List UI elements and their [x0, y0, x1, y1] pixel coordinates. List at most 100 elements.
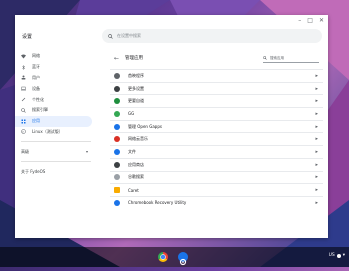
- sidebar: 网络 蓝牙 用户 设备 个性化 搜索引擎 应用 Linux（测试版） 高级 ▾ …: [15, 51, 97, 238]
- terminal-icon: [21, 129, 26, 135]
- chevron-right-icon: ▸: [315, 187, 318, 194]
- app-list-item[interactable]: 网络云音乐 ▸: [110, 132, 323, 145]
- sidebar-item-label: 蓝牙: [32, 64, 40, 70]
- sidebar-item-label: 搜索引擎: [32, 107, 48, 113]
- gear-icon: [179, 258, 187, 266]
- search-input[interactable]: 在设置中搜索: [117, 33, 141, 39]
- sidebar-item-users[interactable]: 用户: [15, 73, 92, 84]
- sidebar-item-label: Linux（测试版）: [32, 128, 63, 134]
- app-icon: [114, 123, 120, 130]
- app-icon: [114, 136, 120, 143]
- minimize-button[interactable]: –: [298, 17, 301, 24]
- chevron-right-icon: ▸: [315, 72, 318, 79]
- app-list-item[interactable]: Caret ▸: [110, 183, 323, 196]
- app-title: 设置: [22, 34, 33, 40]
- app-name: 谷歌搜索: [128, 174, 144, 180]
- sidebar-item-label: 设备: [32, 85, 40, 91]
- settings-window: – □ ✕ 设置 在设置中搜索 网络 蓝牙 用户 设备 个性化 搜索引擎 应用 …: [15, 15, 328, 238]
- chevron-down-icon: ▾: [85, 149, 88, 155]
- app-list-item[interactable]: 应用商店 ▸: [110, 157, 323, 171]
- sidebar-about[interactable]: 关于 FydeOS: [15, 166, 92, 177]
- bluetooth-icon: [22, 64, 25, 70]
- chevron-right-icon: ▸: [315, 123, 318, 130]
- app-name: 管理 Open Gapps: [128, 123, 162, 129]
- app-name: 更要自道: [128, 98, 144, 104]
- app-name: Chromebook Recovery Utility: [128, 200, 187, 206]
- sidebar-item-label: 网络: [32, 53, 40, 59]
- app-name: GG: [128, 111, 135, 117]
- maximize-button[interactable]: □: [307, 17, 313, 24]
- sidebar-item-label: 用户: [32, 74, 40, 80]
- app-list: 首映程序 ▸ 更多设置 ▸ 更要自道 ▸ GG ▸ 管理 Open Gapps ▸ 网络云音乐 ▸ 文件…: [110, 69, 323, 209]
- chevron-right-icon: ▸: [315, 85, 318, 92]
- app-list-item[interactable]: 管理 Open Gapps ▸: [110, 119, 323, 133]
- window-controls: – □ ✕: [298, 17, 324, 24]
- back-arrow-icon[interactable]: ←: [114, 55, 119, 62]
- sidebar-item-device[interactable]: 设备: [15, 83, 92, 94]
- app-list-item[interactable]: 文件 ▸: [110, 145, 323, 158]
- app-icon: [114, 110, 120, 117]
- app-name: 首映程序: [128, 72, 144, 78]
- chevron-right-icon: ▸: [315, 161, 318, 168]
- sidebar-divider: [21, 141, 91, 143]
- app-icon: [114, 199, 120, 206]
- app-icon: [114, 187, 120, 194]
- app-name: 更多设置: [128, 85, 144, 91]
- app-list-item[interactable]: 更要自道 ▸: [110, 94, 323, 107]
- wifi-icon: ▾: [342, 253, 345, 258]
- chrome-icon[interactable]: [158, 252, 168, 262]
- wifi-icon: [21, 54, 26, 59]
- sidebar-item-search-engine[interactable]: 搜索引擎: [15, 105, 92, 116]
- app-icon: [114, 98, 120, 105]
- app-icon: [114, 174, 120, 181]
- brush-icon: [21, 97, 26, 102]
- app-name: 文件: [128, 148, 136, 154]
- search-icon: [263, 56, 267, 60]
- chevron-right-icon: ▸: [315, 98, 318, 105]
- status-tray[interactable]: US ▾: [329, 253, 345, 258]
- status-dot-icon: [336, 253, 341, 258]
- panel-header: ← 管理应用 搜索应用: [110, 51, 323, 65]
- chevron-right-icon: ▸: [315, 136, 318, 143]
- sidebar-item-apps[interactable]: 应用: [15, 115, 92, 127]
- app-search-box[interactable]: 搜索应用: [263, 54, 319, 63]
- app-name: 网络云音乐: [128, 136, 148, 142]
- sidebar-item-label: 应用: [32, 118, 40, 124]
- sidebar-advanced-label: 高级: [21, 148, 29, 154]
- app-list-item[interactable]: GG ▸: [110, 107, 323, 120]
- people-icon: [21, 75, 26, 80]
- app-icon: [114, 85, 120, 92]
- app-search-input[interactable]: 搜索应用: [270, 56, 284, 61]
- app-icon: [114, 161, 120, 168]
- app-list-item[interactable]: Chromebook Recovery Utility ▸: [110, 195, 323, 209]
- manage-apps-panel: ← 管理应用 搜索应用 首映程序 ▸ 更多设置 ▸ 更要自道 ▸ GG ▸ 管理 Open Ga…: [110, 51, 323, 238]
- chevron-right-icon: ▸: [315, 174, 318, 181]
- search-icon: [108, 33, 113, 39]
- app-icon: [114, 72, 120, 79]
- app-name: Caret: [128, 187, 139, 193]
- sidebar-divider: [21, 161, 91, 163]
- settings-search-box[interactable]: 在设置中搜索: [102, 29, 322, 43]
- settings-header: 设置 在设置中搜索: [15, 25, 328, 49]
- app-name: 应用商店: [128, 161, 144, 167]
- locale-indicator: US: [328, 253, 335, 258]
- search-icon: [21, 108, 26, 113]
- apps-grid-icon: [21, 119, 26, 124]
- sidebar-advanced[interactable]: 高级 ▾: [15, 146, 92, 157]
- shelf: US ▾: [0, 247, 349, 267]
- sidebar-item-bluetooth[interactable]: 蓝牙: [15, 62, 92, 73]
- sidebar-item-label: 个性化: [32, 96, 44, 102]
- sidebar-about-label: 关于 FydeOS: [21, 168, 46, 174]
- page-title: 管理应用: [125, 56, 144, 61]
- app-list-item[interactable]: 更多设置 ▸: [110, 81, 323, 95]
- sidebar-item-linux[interactable]: Linux（测试版）: [15, 127, 92, 138]
- sidebar-item-personalization[interactable]: 个性化: [15, 94, 92, 105]
- app-list-item[interactable]: 首映程序 ▸: [110, 69, 323, 82]
- chevron-right-icon: ▸: [315, 148, 318, 155]
- settings-app-icon[interactable]: [178, 252, 188, 266]
- close-button[interactable]: ✕: [319, 17, 324, 24]
- sidebar-item-network[interactable]: 网络: [15, 51, 92, 62]
- chevron-right-icon: ▸: [315, 199, 318, 206]
- app-list-item[interactable]: 谷歌搜索 ▸: [110, 170, 323, 184]
- laptop-icon: [21, 87, 26, 91]
